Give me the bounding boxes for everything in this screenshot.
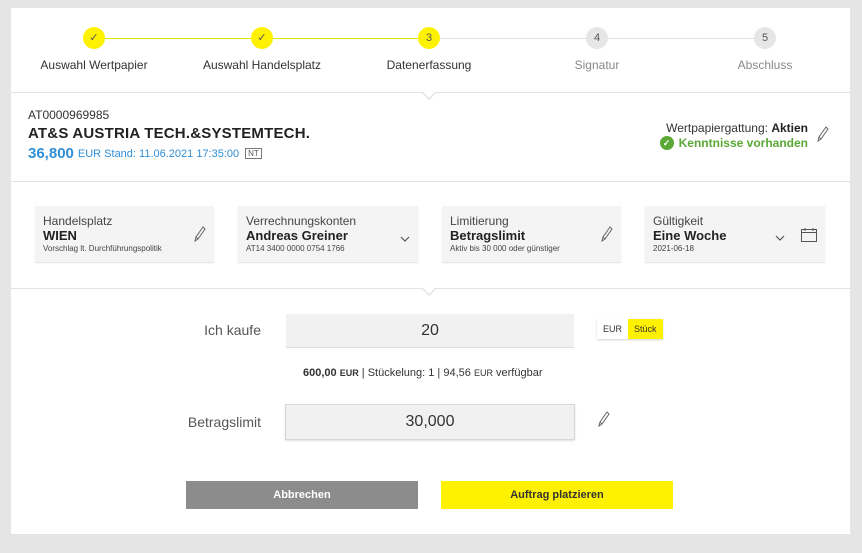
step-label: Signatur	[574, 58, 620, 72]
order-amount-currency: EUR	[339, 368, 359, 378]
konten-title: Verrechnungskonten	[246, 214, 357, 228]
gueltigkeit-title: Gültigkeit	[653, 214, 704, 228]
available-amount: 94,56	[443, 367, 471, 379]
limitierung-sub: Aktiv bis 30 000 oder günstiger	[450, 244, 560, 253]
divider	[11, 181, 850, 182]
security-type-value: Aktien	[771, 121, 808, 135]
isin-code: AT0000969985	[28, 108, 110, 122]
gueltigkeit-field[interactable]: Gültigkeit Eine Woche 2021-06-18	[645, 206, 825, 262]
unit-stueck-option[interactable]: Stück	[628, 319, 663, 339]
step-label: Auswahl Wertpapier	[40, 58, 148, 72]
price-timestamp: EUR Stand: 11.06.2021 17:35:00	[77, 147, 240, 160]
step-signatur: 4 Signatur	[517, 27, 677, 72]
order-amount: 600,00	[303, 367, 337, 379]
buy-label: Ich kaufe	[204, 322, 261, 338]
knowledge-label: Kenntnisse vorhanden	[678, 136, 808, 150]
order-card: ✓ Auswahl Wertpapier ✓ Auswahl Handelspl…	[11, 8, 850, 534]
step-datenerfassung: 3 Datenerfassung	[349, 27, 509, 72]
step-1-check-icon: ✓	[83, 27, 105, 49]
knowledge-status: ✓ Kenntnisse vorhanden	[659, 136, 808, 150]
security-type: Wertpapiergattung: Aktien	[666, 121, 808, 135]
progress-stepper: ✓ Auswahl Wertpapier ✓ Auswahl Handelspl…	[11, 8, 850, 92]
konten-sub: AT14 3400 0000 0754 1766	[246, 244, 345, 253]
step-pointer	[422, 91, 436, 98]
nt-badge: NT	[245, 148, 262, 159]
step-4-number: 4	[586, 27, 608, 49]
chevron-down-icon[interactable]	[400, 230, 410, 248]
unit-eur-option[interactable]: EUR	[597, 319, 629, 339]
handelsplatz-title: Handelsplatz	[43, 214, 113, 228]
step-abschluss: 5 Abschluss	[685, 27, 845, 72]
limit-label: Betragslimit	[187, 414, 261, 430]
stueckelung-info: | Stückelung: 1 |	[361, 367, 441, 379]
gueltigkeit-sub: 2021-06-18	[653, 244, 694, 253]
place-order-button[interactable]: Auftrag platzieren	[441, 481, 673, 509]
limitierung-title: Limitierung	[450, 214, 509, 228]
calendar-icon[interactable]	[801, 228, 817, 247]
available-currency: EUR	[473, 368, 493, 378]
limitierung-value: Betragslimit	[450, 228, 526, 243]
security-name: AT&S AUSTRIA TECH.&SYSTEMTECH.	[28, 125, 311, 142]
step-label: Abschluss	[737, 58, 793, 72]
limitierung-field[interactable]: Limitierung Betragslimit Aktiv bis 30 00…	[442, 206, 621, 262]
limit-input[interactable]: 30,000	[285, 404, 575, 440]
handelsplatz-field[interactable]: Handelsplatz WIEN Vorschlag lt. Durchfüh…	[35, 206, 214, 262]
quantity-input[interactable]: 20	[286, 314, 574, 348]
pencil-icon[interactable]	[817, 126, 829, 147]
order-summary: 600,00 EUR | Stückelung: 1 | 94,56 EUR v…	[303, 367, 543, 379]
check-circle-icon: ✓	[659, 136, 674, 150]
section-pointer	[422, 287, 436, 294]
handelsplatz-value: WIEN	[43, 228, 77, 243]
verrechnungskonten-field[interactable]: Verrechnungskonten Andreas Greiner AT14 …	[238, 206, 418, 262]
chevron-down-icon[interactable]	[775, 229, 785, 247]
price-line: 36,800 EUR Stand: 11.06.2021 17:35:00 NT	[28, 145, 262, 162]
unit-toggle[interactable]: EUR Stück	[597, 319, 663, 339]
pencil-icon[interactable]	[598, 411, 610, 432]
pencil-icon[interactable]	[194, 226, 206, 247]
pencil-icon[interactable]	[601, 226, 613, 247]
step-3-number: 3	[418, 27, 440, 49]
step-auswahl-handelsplatz[interactable]: ✓ Auswahl Handelsplatz	[182, 27, 342, 72]
step-auswahl-wertpapier[interactable]: ✓ Auswahl Wertpapier	[14, 27, 174, 72]
security-type-label: Wertpapiergattung:	[666, 121, 768, 135]
step-2-check-icon: ✓	[251, 27, 273, 49]
cancel-button[interactable]: Abbrechen	[186, 481, 418, 509]
handelsplatz-sub: Vorschlag lt. Durchführungspolitik	[43, 244, 162, 253]
step-label: Auswahl Handelsplatz	[202, 58, 322, 72]
konten-value: Andreas Greiner	[246, 228, 348, 243]
step-label: Datenerfassung	[386, 58, 472, 72]
available-label: verfügbar	[496, 367, 543, 379]
security-price: 36,800	[28, 145, 74, 162]
step-5-number: 5	[754, 27, 776, 49]
gueltigkeit-value: Eine Woche	[653, 228, 727, 243]
